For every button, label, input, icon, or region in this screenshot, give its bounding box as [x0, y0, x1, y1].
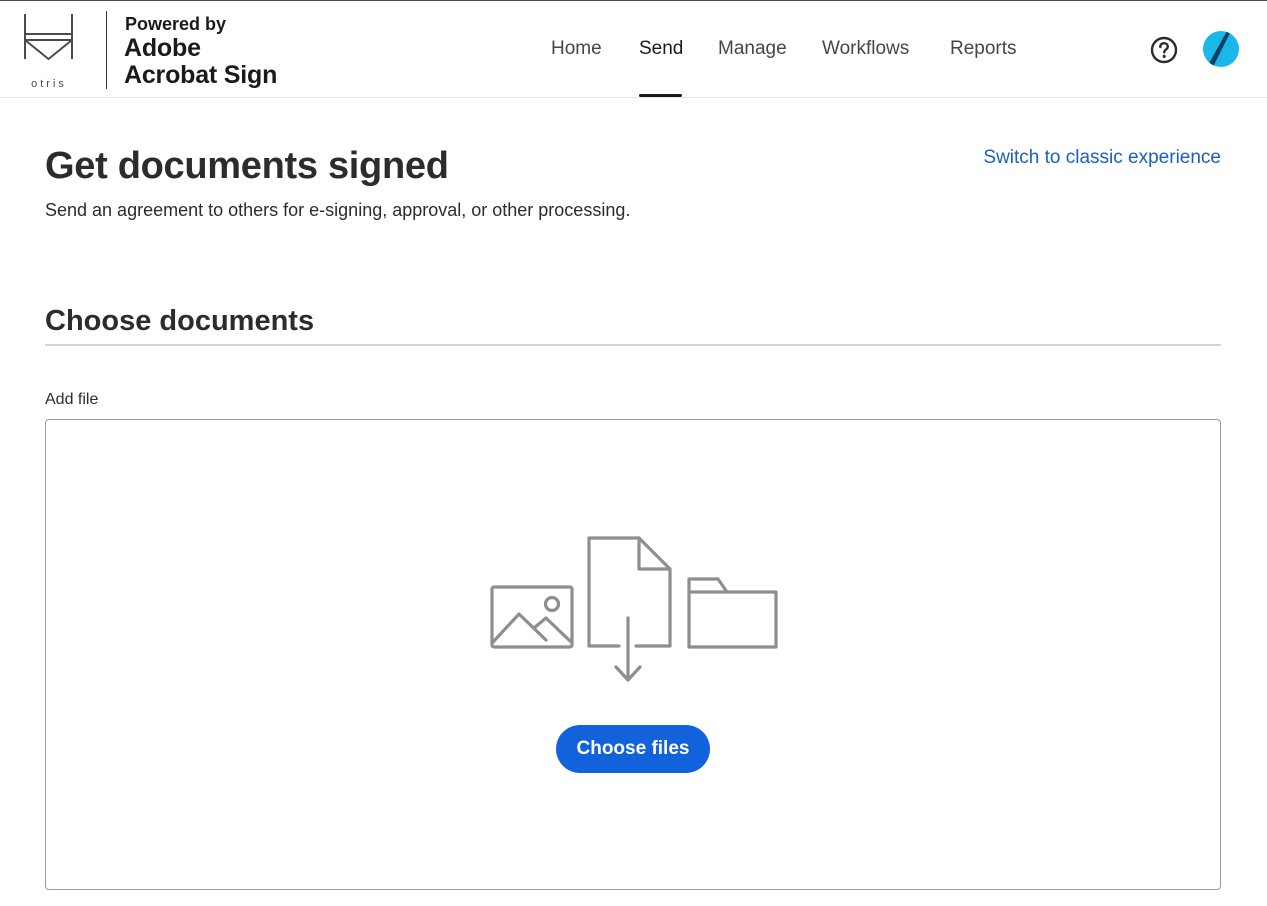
- page-title: Get documents signed: [45, 145, 449, 187]
- page-subtitle: Send an agreement to others for e-signin…: [45, 200, 631, 220]
- upload-illustration: [490, 536, 778, 682]
- file-drop-zone[interactable]: Choose files: [45, 419, 1221, 890]
- top-navigation-bar: otris Powered by Adobe Acrobat Sign Home…: [0, 0, 1267, 98]
- document-download-icon: [587, 536, 672, 682]
- folder-icon: [687, 577, 778, 649]
- section-divider: [45, 344, 1221, 346]
- main-nav: Home Send Manage Workflows Reports: [0, 1, 1267, 99]
- nav-send[interactable]: Send: [639, 37, 683, 61]
- choose-files-button[interactable]: Choose files: [556, 725, 710, 773]
- nav-home[interactable]: Home: [551, 37, 602, 61]
- nav-manage[interactable]: Manage: [718, 37, 787, 61]
- image-icon: [490, 585, 574, 649]
- nav-workflows[interactable]: Workflows: [822, 37, 909, 61]
- nav-active-indicator: [639, 94, 682, 97]
- add-file-label: Add file: [45, 391, 99, 408]
- question-circle-icon[interactable]: [1150, 36, 1178, 64]
- user-avatar-icon[interactable]: [1203, 31, 1239, 67]
- nav-reports[interactable]: Reports: [950, 37, 1017, 61]
- choose-documents-heading: Choose documents: [45, 305, 315, 337]
- switch-classic-link[interactable]: Switch to classic experience: [983, 146, 1221, 170]
